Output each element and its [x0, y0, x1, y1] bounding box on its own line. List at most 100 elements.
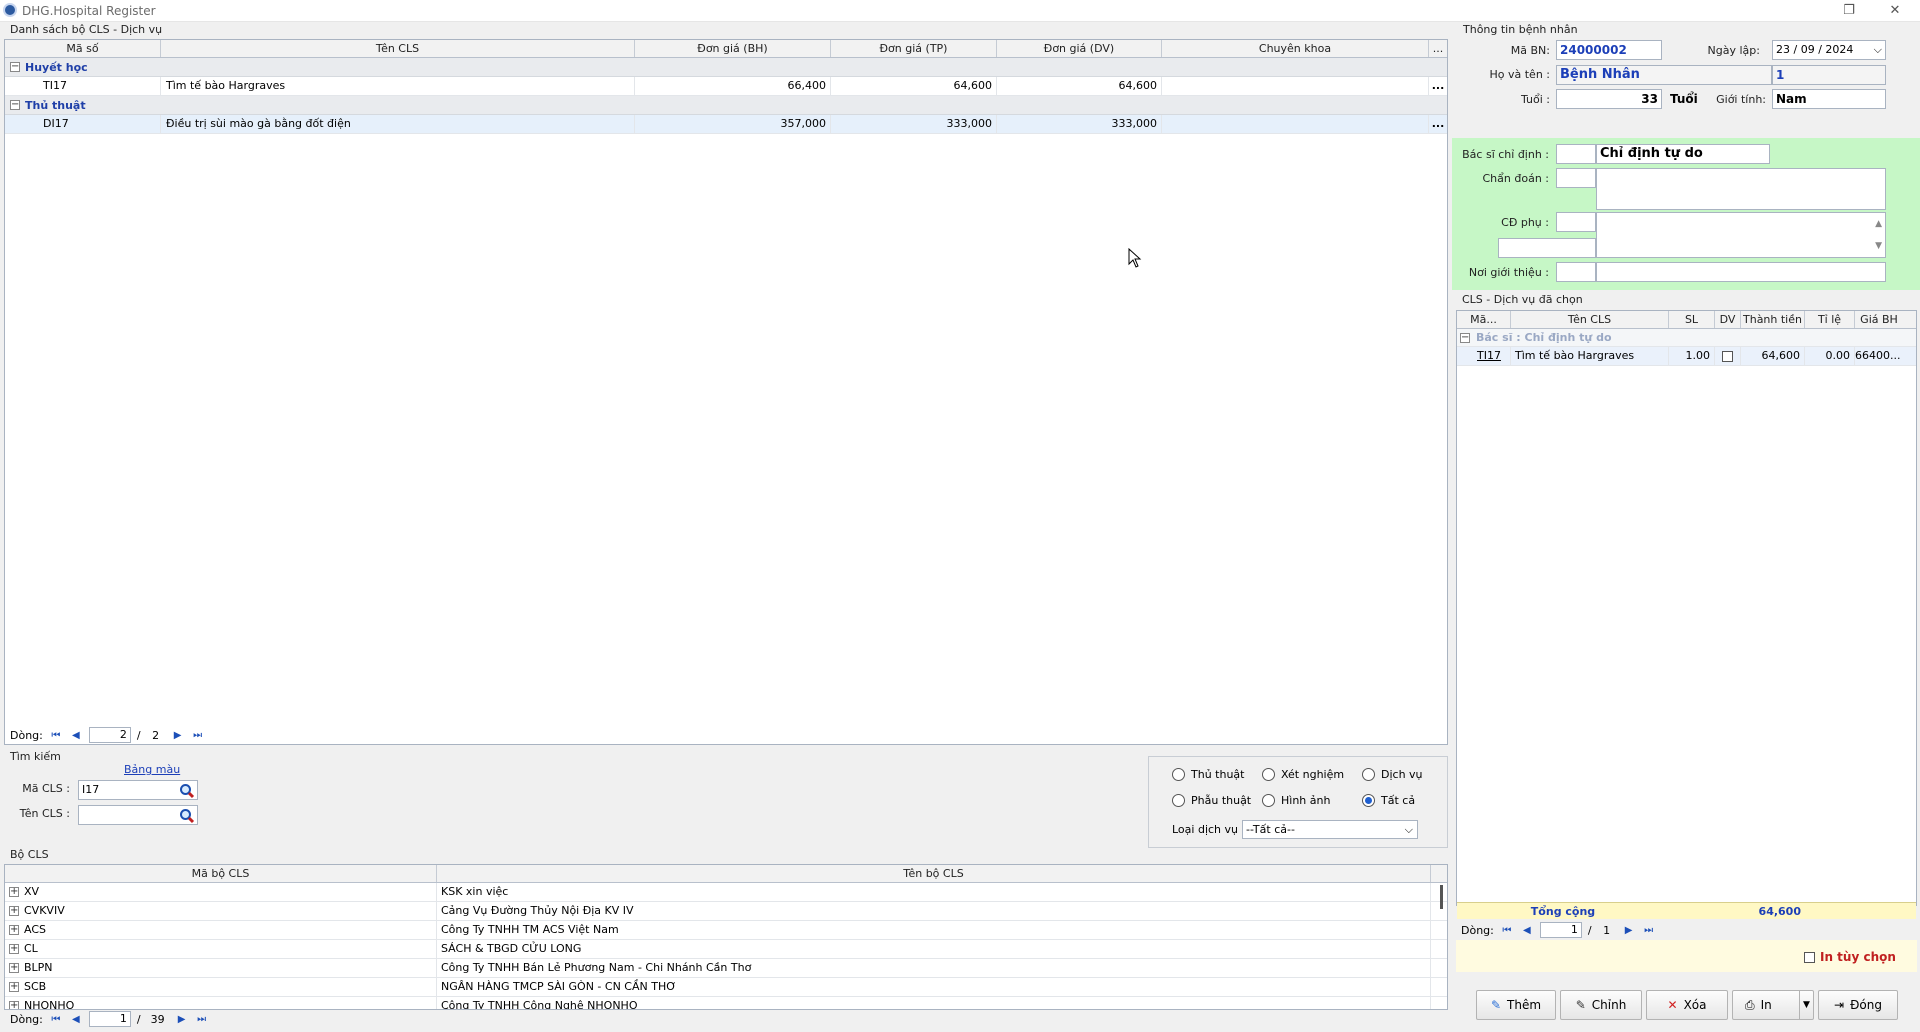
table-row[interactable]: + ACS Công Ty TNHH TM ACS Việt Nam — [5, 920, 1447, 940]
cell-code[interactable]: TI17 — [1457, 346, 1511, 366]
table-row[interactable]: DI17 Điều trị sùi mào gà bằng đốt điện 3… — [5, 114, 1447, 134]
col-ma[interactable]: Mã... — [1457, 311, 1511, 328]
in-tuy-chon[interactable]: In tùy chọn — [1804, 950, 1896, 964]
cd-phu-code2-input[interactable] — [1498, 238, 1596, 258]
col-ten-bo-cls[interactable]: Tên bộ CLS — [437, 865, 1431, 882]
table-row[interactable]: + SCB NGÂN HÀNG TMCP SÀI GÒN - CN CẦN THƠ — [5, 977, 1447, 997]
table-row[interactable]: + XV KSK xin việc — [5, 882, 1447, 902]
table-row[interactable]: + NHONHO Công Ty TNHH Công Nghệ NHONHO — [5, 996, 1447, 1009]
table-row[interactable]: TI17 Tìm tế bào Hargraves 66,400 64,600 … — [5, 76, 1447, 96]
expand-icon[interactable]: + — [9, 1001, 19, 1009]
color-table-link[interactable]: Bảng màu — [124, 763, 180, 776]
group-row[interactable]: − Huyết học — [5, 58, 1447, 77]
radio-dich-vu[interactable]: Dịch vụ — [1362, 768, 1423, 781]
col-ten-cls[interactable]: Tên CLS — [161, 40, 635, 57]
prev-page-icon[interactable]: ◀ — [69, 1014, 83, 1025]
ten-cls-input[interactable] — [78, 805, 198, 825]
col-more[interactable]: ... — [1429, 40, 1447, 57]
in-button[interactable]: ⎙ In ▼ — [1732, 990, 1814, 1020]
radio-icon[interactable] — [1172, 768, 1185, 781]
expand-icon[interactable]: + — [9, 982, 19, 992]
scroll-up-icon[interactable]: ▲ — [1875, 215, 1882, 233]
more-button[interactable]: ... — [1429, 77, 1447, 96]
search-icon[interactable] — [179, 783, 195, 799]
col-sl[interactable]: SL — [1669, 311, 1715, 328]
chevron-down-icon[interactable]: ⌵ — [1405, 821, 1413, 838]
dong-button[interactable]: ⇥ Đóng — [1818, 990, 1898, 1020]
tuoi-input[interactable]: 33 — [1556, 89, 1662, 109]
cd-phu-input[interactable]: ▲ ▼ — [1596, 212, 1886, 258]
table-row[interactable]: TI17 Tìm tế bào Hargraves 1.00 64,600 0.… — [1457, 346, 1916, 366]
page-input[interactable]: 2 — [88, 727, 131, 743]
in-tuy-chon-checkbox[interactable] — [1804, 951, 1815, 963]
radio-icon[interactable] — [1362, 768, 1375, 781]
first-page-icon[interactable]: ⏮ — [49, 1014, 63, 1025]
collapse-icon[interactable]: − — [1460, 332, 1470, 343]
search-icon[interactable] — [179, 808, 195, 824]
chan-doan-code-input[interactable] — [1556, 168, 1596, 188]
radio-thu-thuat[interactable]: Thủ thuật — [1172, 768, 1244, 781]
loai-dv-select[interactable]: --Tất cả-- ⌵ — [1242, 820, 1418, 839]
col-thanh-tien[interactable]: Thành tiền — [1741, 311, 1805, 328]
chinh-button[interactable]: ✎ Chỉnh — [1560, 990, 1642, 1020]
table-row[interactable]: + CL SÁCH & TBGD CỬU LONG — [5, 939, 1447, 959]
col-don-gia-tp[interactable]: Đơn giá (TP) — [831, 40, 997, 57]
radio-hinh-anh[interactable]: Hình ảnh — [1262, 794, 1330, 807]
next-page-icon[interactable]: ▶ — [171, 730, 185, 741]
restore-icon[interactable]: ❐ — [1826, 0, 1872, 22]
next-page-icon[interactable]: ▶ — [175, 1014, 189, 1025]
expand-icon[interactable]: + — [9, 944, 19, 954]
noi-gioi-thieu-input[interactable] — [1596, 262, 1886, 282]
ma-bn-input[interactable]: 24000002 — [1556, 40, 1662, 60]
group-row[interactable]: − Thủ thuật — [5, 96, 1447, 115]
xoa-button[interactable]: ✕ Xóa — [1646, 990, 1728, 1020]
col-ma-so[interactable]: Mã số — [5, 40, 161, 57]
ho-ten-input[interactable]: Bệnh Nhân — [1556, 65, 1772, 85]
radio-phau-thuat[interactable]: Phẫu thuật — [1172, 794, 1251, 807]
col-dv[interactable]: DV — [1715, 311, 1741, 328]
col-ti-le[interactable]: Tỉ lệ — [1805, 311, 1855, 328]
radio-icon[interactable] — [1262, 794, 1275, 807]
ho-ten-extra[interactable]: 1 — [1772, 65, 1886, 85]
col-chuyen-khoa[interactable]: Chuyên khoa — [1162, 40, 1429, 57]
prev-page-icon[interactable]: ◀ — [69, 730, 83, 741]
ma-cls-input[interactable]: I17 — [78, 780, 198, 800]
first-page-icon[interactable]: ⏮ — [1500, 925, 1514, 936]
collapse-icon[interactable]: − — [10, 100, 20, 110]
last-page-icon[interactable]: ⏭ — [191, 730, 205, 741]
them-button[interactable]: ✎ Thêm — [1476, 990, 1556, 1020]
in-dropdown-icon[interactable]: ▼ — [1799, 991, 1813, 1019]
last-page-icon[interactable]: ⏭ — [1642, 925, 1656, 936]
expand-icon[interactable]: + — [9, 925, 19, 935]
close-icon[interactable]: ✕ — [1872, 0, 1918, 22]
radio-xet-nghiem[interactable]: Xét nghiệm — [1262, 768, 1344, 781]
last-page-icon[interactable]: ⏭ — [195, 1014, 209, 1025]
selected-group-row[interactable]: − Bác sĩ : Chỉ định tự do — [1457, 329, 1916, 347]
gioi-tinh-input[interactable]: Nam — [1772, 89, 1886, 109]
scrollbar-thumb[interactable] — [1440, 885, 1443, 909]
noi-gioi-thieu-code-input[interactable] — [1556, 262, 1596, 282]
prev-page-icon[interactable]: ◀ — [1520, 925, 1534, 936]
cd-phu-code-input[interactable] — [1556, 212, 1596, 232]
radio-icon[interactable] — [1172, 794, 1185, 807]
first-page-icon[interactable]: ⏮ — [49, 730, 63, 741]
collapse-icon[interactable]: − — [10, 62, 20, 72]
dv-checkbox[interactable] — [1722, 350, 1733, 362]
expand-icon[interactable]: + — [9, 887, 19, 897]
scroll-down-icon[interactable]: ▼ — [1875, 237, 1882, 255]
col-gia-bh[interactable]: Giá BH — [1855, 311, 1903, 328]
col-ten-cls[interactable]: Tên CLS — [1511, 311, 1669, 328]
calendar-dropdown-icon[interactable]: ⌵ — [1874, 41, 1882, 59]
table-row[interactable]: + BLPN Công Ty TNHH Bán Lẻ Phương Nam - Ch… — [5, 958, 1447, 978]
col-don-gia-bh[interactable]: Đơn giá (BH) — [635, 40, 831, 57]
chan-doan-input[interactable] — [1596, 168, 1886, 210]
expand-icon[interactable]: + — [9, 906, 19, 916]
col-don-gia-dv[interactable]: Đơn giá (DV) — [997, 40, 1162, 57]
radio-icon[interactable] — [1262, 768, 1275, 781]
next-page-icon[interactable]: ▶ — [1622, 925, 1636, 936]
page-input[interactable]: 1 — [88, 1011, 131, 1027]
bac-si-code-input[interactable] — [1556, 144, 1596, 164]
bac-si-input[interactable]: Chỉ định tự do — [1596, 144, 1770, 164]
radio-checked-icon[interactable] — [1362, 794, 1375, 807]
expand-icon[interactable]: + — [9, 963, 19, 973]
